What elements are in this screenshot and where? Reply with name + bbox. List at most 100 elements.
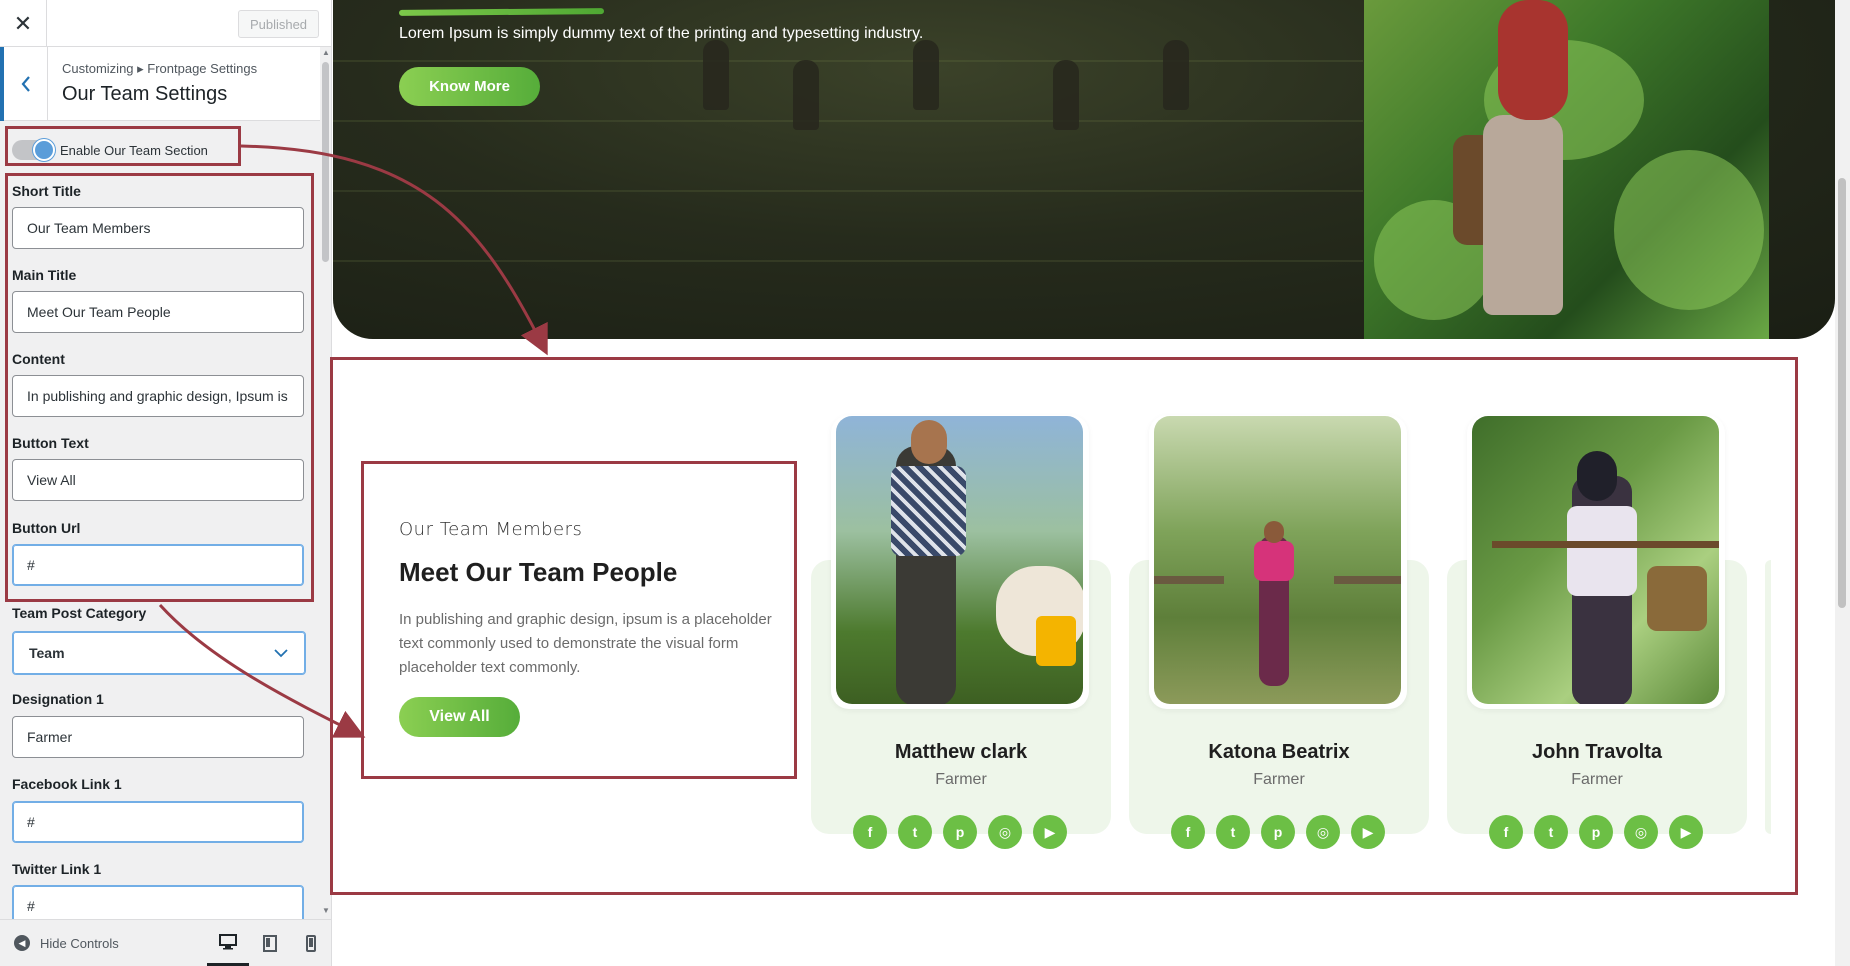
instagram-icon[interactable]: ◎ xyxy=(1306,815,1340,849)
field-row-decor xyxy=(333,260,1363,262)
farmer-silhouette xyxy=(793,60,819,130)
field-row-decor xyxy=(333,120,1363,122)
member-photo xyxy=(1154,416,1401,704)
member-social-links: f t p ◎ ▶ xyxy=(1489,815,1703,849)
hero-accent-line xyxy=(398,8,605,16)
white-top xyxy=(1567,506,1637,596)
toggle-knob xyxy=(33,139,55,161)
member-photo xyxy=(1472,416,1719,704)
section-header: Customizing ▸ Frontpage Settings Our Tea… xyxy=(0,47,320,121)
team-content: In publishing and graphic design, ipsum … xyxy=(399,611,772,676)
twitter-icon[interactable]: t xyxy=(1534,815,1568,849)
designation-1-label: Designation 1 xyxy=(12,691,104,707)
customizer-header-bar: ✕ Published xyxy=(0,0,331,47)
main-title-label: Main Title xyxy=(12,267,77,283)
team-post-category-label: Team Post Category xyxy=(12,605,147,621)
designation-1-input[interactable]: Farmer xyxy=(12,716,304,758)
pink-shirt xyxy=(1254,541,1294,581)
member-social-links: f t p ◎ ▶ xyxy=(1171,815,1385,849)
team-main-title: Meet Our Team People xyxy=(399,557,678,587)
facebook-icon[interactable]: f xyxy=(1489,815,1523,849)
youtube-icon[interactable]: ▶ xyxy=(1669,815,1703,849)
team-short-title: Our Team Members xyxy=(399,519,583,540)
short-title-label: Short Title xyxy=(12,183,81,199)
farmer-silhouette xyxy=(1053,60,1079,130)
hide-controls-button[interactable]: ◀ Hide Controls xyxy=(14,935,119,951)
pinterest-icon[interactable]: p xyxy=(1579,815,1613,849)
member-photo-frame xyxy=(1149,415,1407,709)
enable-team-toggle-row: Enable Our Team Section xyxy=(12,139,208,161)
content-input[interactable]: In publishing and graphic design, Ipsum … xyxy=(12,375,304,417)
tablet-preview-button[interactable] xyxy=(249,920,291,966)
plaid-shirt xyxy=(891,466,966,556)
team-member-card: Katona Beatrix Farmer f t p ◎ ▶ xyxy=(1129,415,1429,855)
team-post-category-value: Team xyxy=(29,645,65,661)
panel-title: Our Team Settings xyxy=(62,83,228,105)
view-all-button[interactable]: View All xyxy=(399,697,520,737)
twitter-icon[interactable]: t xyxy=(1216,815,1250,849)
instagram-icon[interactable]: ◎ xyxy=(1624,815,1658,849)
back-button[interactable] xyxy=(0,47,48,121)
woman-head xyxy=(1264,521,1284,543)
machine-shape xyxy=(1036,616,1076,666)
enable-team-toggle[interactable] xyxy=(12,139,55,161)
member-role: Farmer xyxy=(1253,771,1305,788)
fence xyxy=(1334,576,1401,584)
facebook-icon[interactable]: f xyxy=(853,815,887,849)
woman-head xyxy=(1577,451,1617,501)
close-icon: ✕ xyxy=(13,10,33,36)
button-text-input[interactable]: View All xyxy=(12,459,304,501)
preview-scroll-thumb[interactable] xyxy=(1838,178,1846,608)
member-social-links: f t p ◎ ▶ xyxy=(853,815,1067,849)
chevron-left-icon xyxy=(21,76,30,92)
tablet-icon xyxy=(263,935,277,952)
member-name: John Travolta xyxy=(1531,741,1663,763)
main-title-input[interactable]: Meet Our Team People xyxy=(12,291,304,333)
mobile-preview-button[interactable] xyxy=(290,920,331,966)
instagram-icon[interactable]: ◎ xyxy=(988,815,1022,849)
youtube-icon[interactable]: ▶ xyxy=(1351,815,1385,849)
collapse-icon: ◀ xyxy=(14,935,30,951)
farmer-silhouette xyxy=(703,40,729,110)
team-member-card: Matthew clark Farmer f t p ◎ ▶ xyxy=(811,415,1111,855)
member-role: Farmer xyxy=(1571,771,1623,788)
breadcrumb: Customizing ▸ Frontpage Settings xyxy=(62,61,258,76)
scroll-up-arrow-icon[interactable]: ▲ xyxy=(320,48,331,58)
fence xyxy=(1154,576,1224,584)
customizer-footer: ◀ Hide Controls xyxy=(0,919,331,966)
sidebar-scroll-thumb[interactable] xyxy=(322,62,329,262)
pinterest-icon[interactable]: p xyxy=(943,815,977,849)
member-name: Katona Beatrix xyxy=(1208,741,1350,763)
scroll-down-arrow-icon[interactable]: ▼ xyxy=(320,906,331,916)
twitter-link-1-label: Twitter Link 1 xyxy=(12,861,102,877)
farmer-silhouette xyxy=(913,40,939,110)
twitter-icon[interactable]: t xyxy=(898,815,932,849)
published-button[interactable]: Published xyxy=(238,10,319,38)
hide-controls-label: Hide Controls xyxy=(40,935,119,951)
desktop-preview-button[interactable] xyxy=(207,920,249,966)
member-photo-frame xyxy=(1467,415,1725,709)
member-role: Farmer xyxy=(935,771,987,788)
field-row-decor xyxy=(333,190,1363,192)
facebook-icon[interactable]: f xyxy=(1171,815,1205,849)
hero-banner: Lorem Ipsum is simply dummy text of the … xyxy=(333,0,1835,339)
field-row-decor xyxy=(333,60,1363,62)
button-url-label: Button Url xyxy=(12,520,81,536)
carrying-pole xyxy=(1492,541,1719,548)
farmer-head xyxy=(911,420,947,464)
button-text-label: Button Text xyxy=(12,435,89,451)
chevron-down-icon xyxy=(274,649,288,658)
woman-figure xyxy=(1483,115,1563,315)
close-customizer-button[interactable]: ✕ xyxy=(0,0,47,47)
short-title-input[interactable]: Our Team Members xyxy=(12,207,304,249)
youtube-icon[interactable]: ▶ xyxy=(1033,815,1067,849)
know-more-button[interactable]: Know More xyxy=(399,67,540,106)
button-url-input[interactable]: # xyxy=(12,544,304,586)
facebook-link-1-input[interactable]: # xyxy=(12,801,304,843)
team-post-category-select[interactable]: Team xyxy=(12,631,306,675)
hero-text: Lorem Ipsum is simply dummy text of the … xyxy=(399,25,924,42)
team-member-card: John Travolta Farmer f t p ◎ ▶ xyxy=(1447,415,1747,855)
pinterest-icon[interactable]: p xyxy=(1261,815,1295,849)
member-photo xyxy=(836,416,1083,704)
facebook-link-1-label: Facebook Link 1 xyxy=(12,776,122,792)
